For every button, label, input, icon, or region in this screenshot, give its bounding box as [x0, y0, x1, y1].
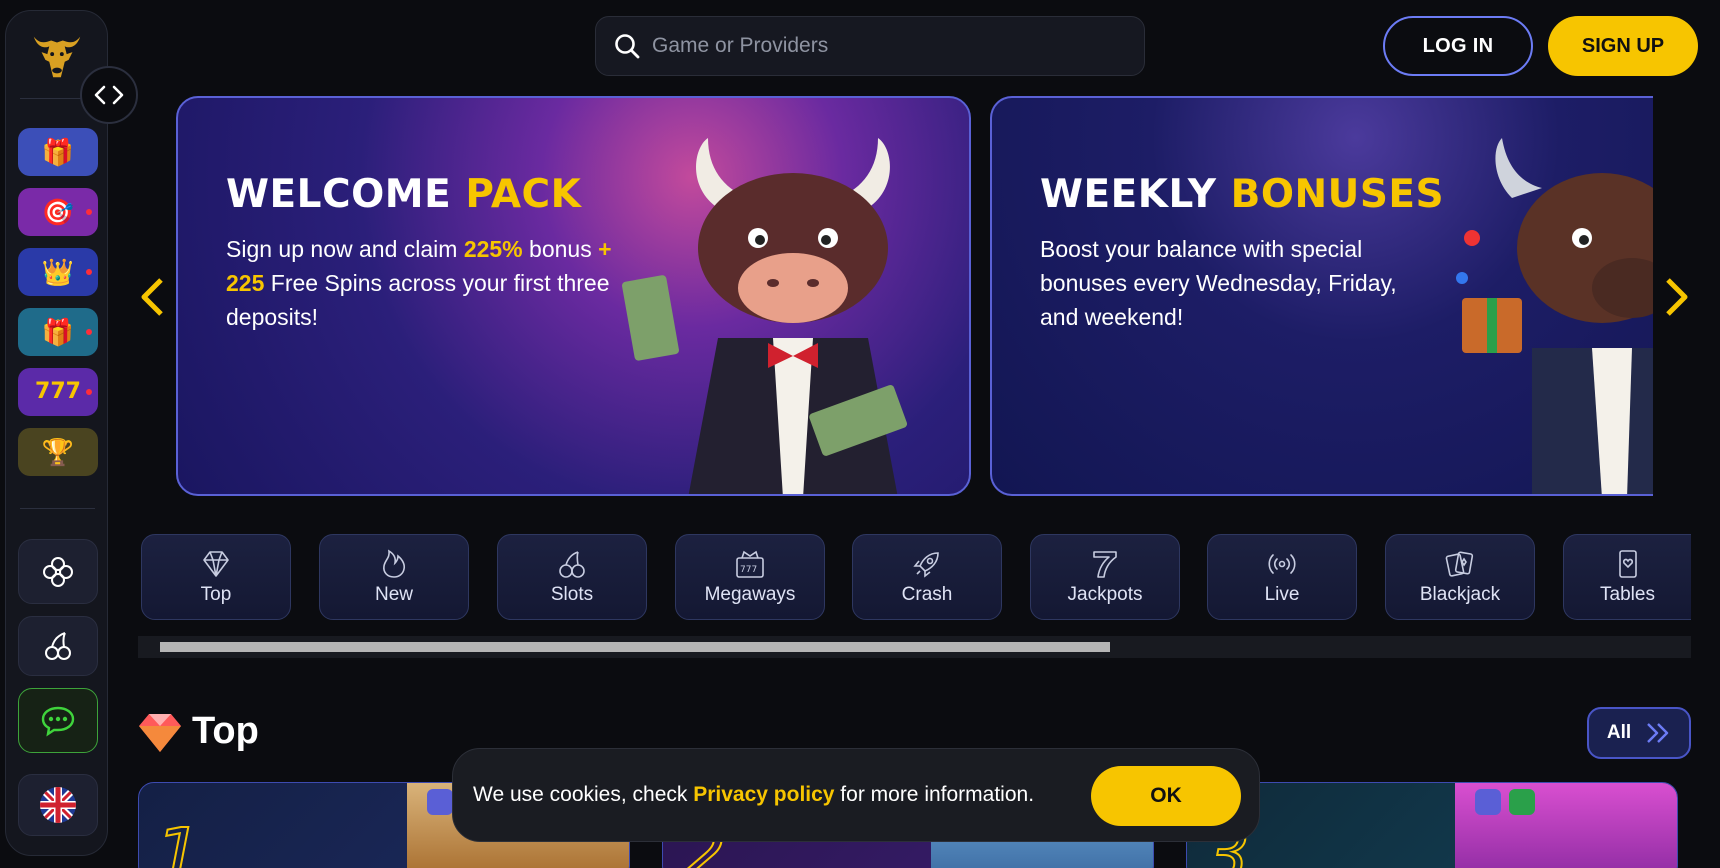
welcome-pack-banner[interactable]: WELCOME PACK Sign up now and claim 225% … — [176, 96, 971, 496]
category-crash[interactable]: Crash — [852, 534, 1002, 620]
cherries-icon — [559, 551, 585, 578]
cherries-icon — [45, 632, 71, 660]
chevron-right-icon — [1666, 278, 1688, 316]
gem-icon — [139, 714, 181, 752]
triple-seven-icon: 777 — [35, 379, 81, 404]
gift-box-icon: 🎁 — [41, 317, 75, 347]
category-label: Jackpots — [1067, 584, 1143, 605]
category-label: Megaways — [704, 584, 796, 605]
sidebar-gift-promo-button[interactable]: 🎁 — [18, 128, 98, 176]
slot-machine-icon: 777 — [736, 550, 764, 578]
banner-title: WEEKLY BONUSES — [1040, 172, 1445, 217]
svg-text:777: 777 — [740, 565, 757, 575]
gift-icon: 🎁 — [41, 137, 75, 167]
language-selector-button[interactable] — [18, 774, 98, 836]
banner-description: Boost your balance with special bonuses … — [1040, 236, 1397, 330]
notification-dot — [86, 269, 92, 275]
rank-number: 1 — [154, 812, 203, 868]
login-button[interactable]: LOG IN — [1383, 16, 1533, 76]
cookie-banner: We use cookies, check Privacy policy for… — [452, 748, 1260, 842]
flame-icon — [383, 549, 406, 578]
uk-flag-icon — [40, 787, 76, 823]
diamond-badge-icon — [427, 789, 453, 815]
category-blackjack[interactable]: Blackjack — [1385, 534, 1535, 620]
search-icon — [615, 34, 640, 59]
code-arrows-icon — [94, 85, 124, 105]
bull-mascot-image — [622, 138, 908, 494]
search-bar[interactable] — [595, 16, 1145, 76]
category-label: New — [374, 584, 413, 605]
double-chevron-right-icon — [1647, 723, 1669, 743]
category-slots[interactable]: Slots — [497, 534, 647, 620]
category-label: Live — [1264, 584, 1300, 605]
privacy-policy-link[interactable]: Privacy policy — [693, 783, 834, 806]
sidebar-slots-promo-button[interactable]: 777 — [18, 368, 98, 416]
search-input[interactable] — [652, 34, 1092, 58]
carousel-prev-button[interactable] — [135, 275, 169, 319]
weekly-bonuses-banner[interactable]: WEEKLY BONUSES Boost your balance with s… — [990, 96, 1653, 496]
sidebar-vip-button[interactable]: 👑 — [18, 248, 98, 296]
sidebar-target-button[interactable]: 🎯 — [18, 188, 98, 236]
category-megaways[interactable]: 777 Megaways — [675, 534, 825, 620]
notification-dot — [86, 209, 92, 215]
category-new[interactable]: New — [319, 534, 469, 620]
scrollbar-thumb[interactable] — [160, 642, 1110, 652]
clover-icon — [43, 556, 73, 587]
target-icon: 🎯 — [41, 197, 75, 227]
sidebar-slots-button[interactable] — [18, 616, 98, 676]
category-jackpots[interactable]: Jackpots — [1030, 534, 1180, 620]
seven-icon — [1093, 551, 1117, 578]
banner-title: WELCOME PACK — [226, 172, 582, 217]
category-label: Blackjack — [1419, 584, 1501, 605]
category-tables[interactable]: Tables — [1563, 534, 1691, 620]
category-label: Crash — [901, 584, 953, 605]
sidebar-bonus-button[interactable]: 🎁 — [18, 308, 98, 356]
sidebar-toggle-button[interactable] — [80, 66, 138, 124]
carousel-next-button[interactable] — [1660, 275, 1694, 319]
trophy-icon: 🏆 — [41, 437, 75, 467]
category-label: Slots — [550, 584, 594, 605]
banner-description: Sign up now and claim 225% bonus + 225 F… — [226, 236, 612, 330]
category-live[interactable]: Live — [1207, 534, 1357, 620]
bull-logo-icon[interactable] — [28, 27, 86, 85]
notification-dot — [86, 329, 92, 335]
cards-icon — [1445, 551, 1474, 577]
section-title: Top — [192, 710, 259, 752]
view-all-label: All — [1606, 722, 1632, 743]
signup-button[interactable]: SIGN UP — [1548, 16, 1698, 76]
cookie-message: We use cookies, check Privacy policy for… — [473, 783, 1035, 806]
category-label: Top — [200, 584, 232, 605]
diamond-badge-icon — [1475, 789, 1501, 815]
sidebar: 🎁 🎯 👑 🎁 777 🏆 — [5, 10, 108, 856]
category-top[interactable]: Top — [141, 534, 291, 620]
category-label: Tables — [1600, 584, 1655, 605]
chat-icon — [41, 706, 75, 737]
table-card-icon — [1618, 550, 1637, 578]
broadcast-icon — [1268, 554, 1296, 574]
diamond-icon — [203, 551, 229, 577]
crown-icon: 👑 — [41, 257, 75, 287]
sidebar-divider — [20, 508, 95, 509]
cookie-ok-button[interactable]: OK — [1091, 766, 1241, 826]
sidebar-tournament-button[interactable]: 🏆 — [18, 428, 98, 476]
gift-badge-icon — [1509, 789, 1535, 815]
rocket-icon — [913, 552, 939, 578]
sidebar-casino-button[interactable] — [18, 539, 98, 604]
chevron-left-icon — [141, 278, 163, 316]
bull-mascot-gift-image — [1456, 138, 1653, 494]
view-all-button[interactable]: All — [1587, 707, 1691, 759]
notification-dot — [86, 389, 92, 395]
sidebar-chat-button[interactable] — [18, 688, 98, 753]
